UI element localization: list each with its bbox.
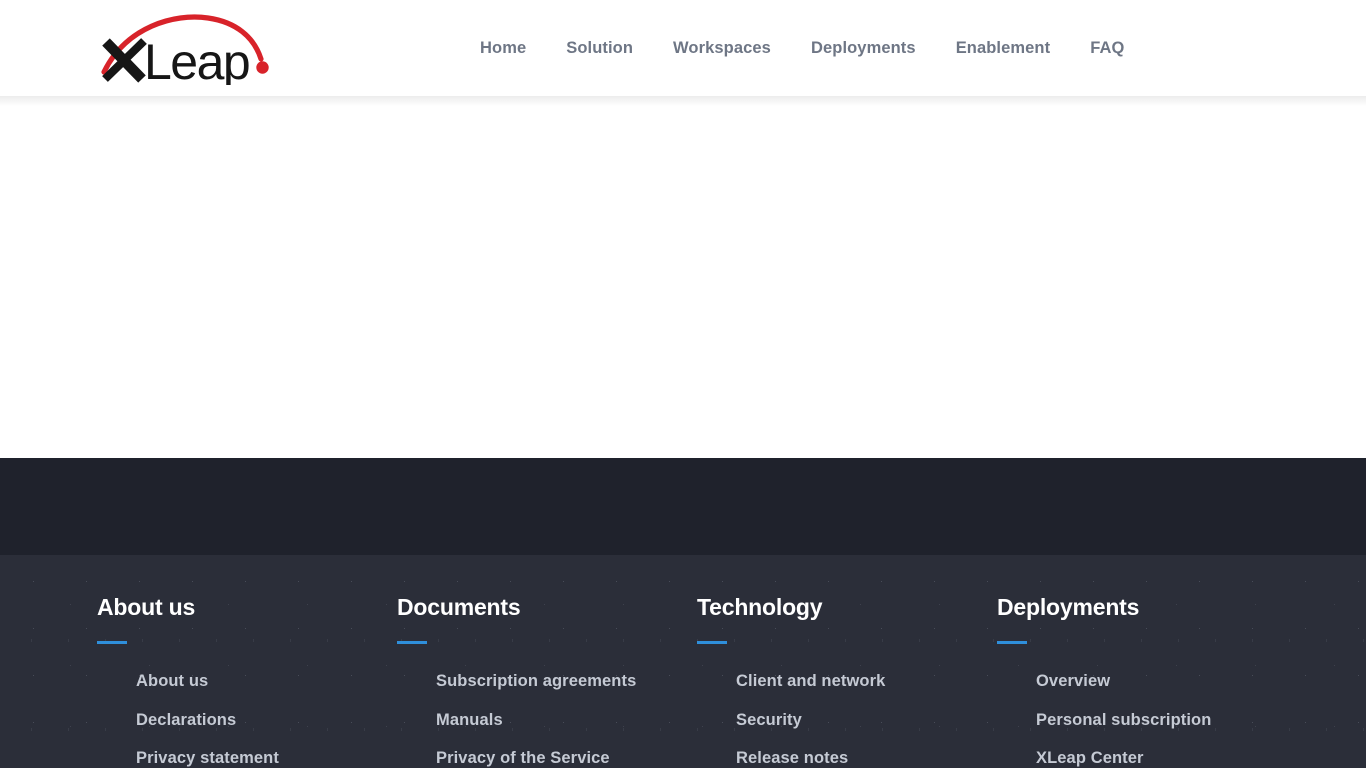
footer-link-list-about-us: About us Declarations Privacy statement — [97, 666, 397, 768]
footer-link-manuals[interactable]: Manuals — [436, 705, 697, 744]
xleap-logo-icon: Leap — [101, 14, 269, 85]
footer-heading-about-us: About us — [97, 594, 196, 620]
main-navigation: Home Solution Workspaces Deployments Ena… — [460, 0, 1144, 96]
footer-column-technology: Technology Client and network Security R… — [697, 594, 997, 768]
footer-heading-documents: Documents — [397, 594, 521, 620]
nav-item-deployments[interactable]: Deployments — [791, 32, 936, 65]
nav-item-enablement[interactable]: Enablement — [936, 32, 1071, 65]
footer-link-overview[interactable]: Overview — [1036, 666, 1297, 705]
footer-link-xleap-center[interactable]: XLeap Center — [1036, 743, 1297, 768]
footer-link-privacy-of-the-service[interactable]: Privacy of the Service — [436, 743, 697, 768]
footer-heading-deployments: Deployments — [997, 594, 1140, 620]
footer-heading-rule — [397, 641, 427, 645]
list-item: Privacy of the Service — [436, 743, 697, 768]
footer-link-about-us[interactable]: About us — [136, 666, 397, 705]
nav-item-solution[interactable]: Solution — [546, 32, 653, 65]
list-item: Subscription agreements — [436, 666, 697, 705]
nav-item-home[interactable]: Home — [460, 32, 546, 65]
footer-heading-technology: Technology — [697, 594, 823, 620]
footer-link-declarations[interactable]: Declarations — [136, 705, 397, 744]
footer-link-list-technology: Client and network Security Release note… — [697, 666, 997, 768]
list-item: Client and network — [736, 666, 997, 705]
footer-heading-rule — [697, 641, 727, 645]
footer-link-subscription-agreements[interactable]: Subscription agreements — [436, 666, 697, 705]
list-item: Privacy statement — [136, 743, 397, 768]
footer-link-privacy-statement[interactable]: Privacy statement — [136, 743, 397, 768]
list-item: Overview — [1036, 666, 1297, 705]
footer-link-personal-subscription[interactable]: Personal subscription — [1036, 705, 1297, 744]
list-item: Release notes — [736, 743, 997, 768]
list-item: Manuals — [436, 705, 697, 744]
nav-item-faq[interactable]: FAQ — [1070, 32, 1144, 65]
footer-column-about-us: About us About us Declarations Privacy s… — [97, 594, 397, 768]
list-item: About us — [136, 666, 397, 705]
footer-link-list-deployments: Overview Personal subscription XLeap Cen… — [997, 666, 1297, 768]
logo-link[interactable]: Leap — [96, 11, 274, 85]
nav-item-workspaces[interactable]: Workspaces — [653, 32, 791, 65]
site-footer: About us About us Declarations Privacy s… — [0, 555, 1366, 768]
footer-link-release-notes[interactable]: Release notes — [736, 743, 997, 768]
footer-top-band — [0, 458, 1366, 555]
footer-columns: About us About us Declarations Privacy s… — [97, 594, 1297, 768]
footer-heading-rule — [97, 641, 127, 645]
list-item: XLeap Center — [1036, 743, 1297, 768]
footer-link-list-documents: Subscription agreements Manuals Privacy … — [397, 666, 697, 768]
list-item: Security — [736, 705, 997, 744]
footer-column-documents: Documents Subscription agreements Manual… — [397, 594, 697, 768]
svg-text:Leap: Leap — [144, 34, 249, 85]
footer-link-security[interactable]: Security — [736, 705, 997, 744]
footer-link-client-and-network[interactable]: Client and network — [736, 666, 997, 705]
site-header: Leap Home Solution Workspaces Deployment… — [0, 0, 1366, 106]
main-content-area — [0, 96, 1366, 458]
footer-heading-rule — [997, 641, 1027, 645]
list-item: Declarations — [136, 705, 397, 744]
page-root: Leap Home Solution Workspaces Deployment… — [0, 0, 1366, 768]
list-item: Personal subscription — [1036, 705, 1297, 744]
footer-column-deployments: Deployments Overview Personal subscripti… — [997, 594, 1297, 768]
